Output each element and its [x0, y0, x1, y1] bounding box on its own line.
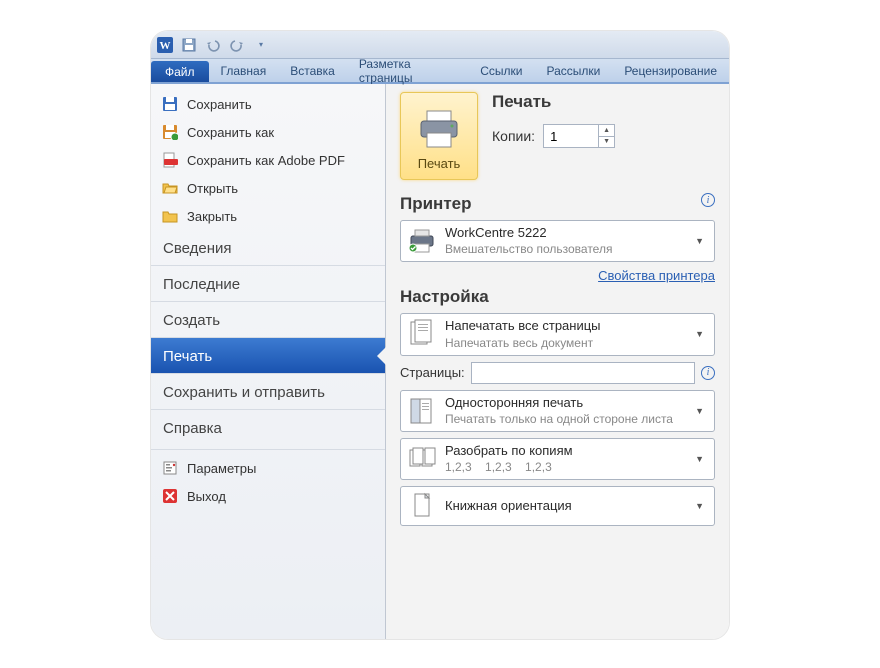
quick-access-toolbar: W ▾ — [151, 31, 729, 59]
setting-secondary: Напечатать весь документ — [445, 336, 683, 351]
pages-input[interactable] — [471, 362, 695, 384]
setting-print-range[interactable]: Напечатать все страницы Напечатать весь … — [400, 313, 715, 355]
qat-undo-icon[interactable] — [203, 35, 223, 55]
setting-duplex[interactable]: Односторонняя печать Печатать только на … — [400, 390, 715, 432]
exit-icon — [161, 487, 179, 505]
qat-save-icon[interactable] — [179, 35, 199, 55]
chevron-down-icon: ▼ — [691, 236, 708, 246]
left-section-new[interactable]: Создать — [151, 301, 385, 337]
options-icon — [161, 459, 179, 477]
printer-status: Вмешательство пользователя — [445, 242, 683, 257]
saveas-icon — [161, 123, 179, 141]
copies-spinbox[interactable]: ▲ ▼ — [543, 124, 615, 148]
left-item-save[interactable]: Сохранить — [151, 90, 385, 118]
copies-up-icon[interactable]: ▲ — [599, 125, 614, 137]
ribbon-tab-home[interactable]: Главная — [209, 59, 279, 82]
app-window: W ▾ Файл Главная Вставка Разметка страни… — [150, 30, 730, 640]
settings-section-title: Настройка — [400, 287, 715, 307]
ribbon-tab-references[interactable]: Ссылки — [468, 59, 534, 82]
left-item-label: Сохранить — [187, 97, 252, 112]
ribbon-tab-mailings[interactable]: Рассылки — [534, 59, 612, 82]
portrait-icon — [407, 491, 437, 521]
ribbon-tab-file[interactable]: Файл — [151, 61, 209, 82]
setting-primary: Односторонняя печать — [445, 395, 683, 411]
left-section-info[interactable]: Сведения — [151, 230, 385, 265]
copies-down-icon[interactable]: ▼ — [599, 137, 614, 148]
printer-large-icon — [417, 109, 461, 152]
left-item-label: Закрыть — [187, 209, 237, 224]
ribbon-tabs: Файл Главная Вставка Разметка страницы С… — [151, 59, 729, 84]
word-app-icon: W — [155, 35, 175, 55]
setting-primary: Разобрать по копиям — [445, 443, 683, 459]
pages-all-icon — [407, 319, 437, 349]
left-item-label: Сохранить как Adobe PDF — [187, 153, 345, 168]
chevron-down-icon: ▼ — [691, 406, 708, 416]
copies-label: Копии: — [492, 128, 535, 144]
left-section-save-send[interactable]: Сохранить и отправить — [151, 373, 385, 409]
left-item-label: Параметры — [187, 461, 256, 476]
setting-primary: Напечатать все страницы — [445, 318, 683, 334]
left-item-save-pdf[interactable]: Сохранить как Adobe PDF — [151, 146, 385, 174]
one-side-icon — [407, 396, 437, 426]
ribbon-tab-layout[interactable]: Разметка страницы — [347, 59, 468, 82]
chevron-down-icon: ▼ — [691, 329, 708, 339]
qat-customize-icon[interactable]: ▾ — [251, 35, 271, 55]
backstage-left-panel: Сохранить Сохранить как Сохранить как Ad… — [151, 84, 386, 639]
folder-open-icon — [161, 179, 179, 197]
printer-section-title: Принтер — [400, 194, 472, 214]
left-item-options[interactable]: Параметры — [151, 454, 385, 482]
print-button-label: Печать — [418, 156, 461, 171]
print-button[interactable]: Печать — [400, 92, 478, 180]
ribbon-tab-review[interactable]: Рецензирование — [612, 59, 729, 82]
printer-selector[interactable]: WorkCentre 5222 Вмешательство пользовате… — [400, 220, 715, 262]
print-panel: Печать Печать Копии: ▲ ▼ — [386, 84, 729, 639]
setting-collate[interactable]: Разобрать по копиям 1,2,3 1,2,3 1,2,3 ▼ — [400, 438, 715, 480]
chevron-down-icon: ▼ — [691, 454, 708, 464]
left-item-label: Сохранить как — [187, 125, 274, 140]
left-item-open[interactable]: Открыть — [151, 174, 385, 202]
collate-icon — [407, 444, 437, 474]
left-section-help[interactable]: Справка — [151, 409, 385, 445]
printer-info-icon[interactable]: i — [701, 193, 715, 207]
left-item-exit[interactable]: Выход — [151, 482, 385, 510]
left-item-saveas[interactable]: Сохранить как — [151, 118, 385, 146]
pages-info-icon[interactable]: i — [701, 366, 715, 380]
svg-text:W: W — [160, 40, 171, 52]
left-item-label: Выход — [187, 489, 226, 504]
setting-secondary: 1,2,3 1,2,3 1,2,3 — [445, 460, 683, 475]
pages-label: Страницы: — [400, 365, 465, 380]
printer-properties-link[interactable]: Свойства принтера — [400, 268, 715, 283]
left-item-label: Открыть — [187, 181, 238, 196]
save-icon — [161, 95, 179, 113]
left-section-print[interactable]: Печать — [151, 337, 385, 373]
backstage-view: Сохранить Сохранить как Сохранить как Ad… — [151, 84, 729, 639]
setting-orientation[interactable]: Книжная ориентация ▼ — [400, 486, 715, 526]
setting-primary: Книжная ориентация — [445, 498, 683, 514]
printer-device-icon — [407, 226, 437, 256]
pdf-icon — [161, 151, 179, 169]
copies-input[interactable] — [544, 125, 598, 147]
qat-redo-icon[interactable] — [227, 35, 247, 55]
folder-close-icon — [161, 207, 179, 225]
ribbon-tab-insert[interactable]: Вставка — [278, 59, 347, 82]
chevron-down-icon: ▼ — [691, 501, 708, 511]
left-item-close[interactable]: Закрыть — [151, 202, 385, 230]
printer-name: WorkCentre 5222 — [445, 225, 683, 241]
setting-secondary: Печатать только на одной стороне листа — [445, 412, 683, 427]
print-header-title: Печать — [492, 92, 715, 112]
left-section-recent[interactable]: Последние — [151, 265, 385, 301]
